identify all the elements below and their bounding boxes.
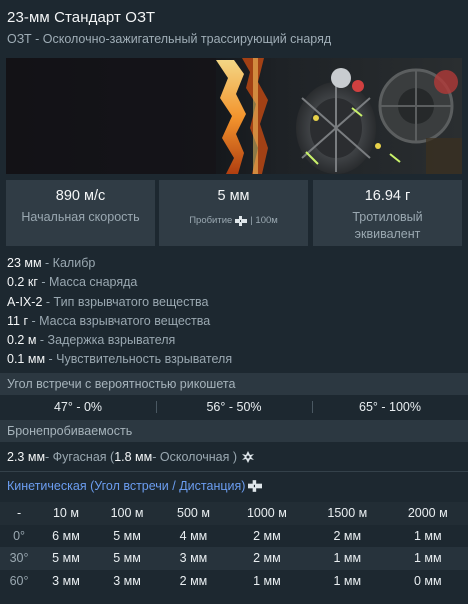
- table-cell: 2 мм: [253, 551, 281, 566]
- table-row: 60° 3 мм 3 мм 2 мм 1 мм 1 мм 0 мм: [0, 570, 468, 593]
- table-cell: 3 мм: [113, 573, 141, 588]
- stat-muzzle-velocity: 890 м/с Начальная скорость: [6, 180, 155, 246]
- stat-label-line2: эквивалент: [354, 227, 421, 241]
- property-explosive-mass: 11 г - Масса взрывчатого вещества: [7, 312, 232, 331]
- column-header: 100 м: [110, 506, 144, 521]
- table-cell: 1 мм: [333, 573, 362, 588]
- stat-value: 890 м/с: [55, 188, 106, 204]
- property-label: - Тип взрывчатого вещества: [42, 294, 209, 309]
- stat-label-line1: Тротиловый: [352, 210, 423, 224]
- stat-label: Пробитие | 100м: [159, 212, 308, 229]
- ricochet-value: 56° - 50%: [206, 400, 262, 414]
- stat-label: Начальная скорость: [21, 210, 140, 224]
- kinetic-title-text: Кинетическая (Угол встречи / Дистанция): [7, 479, 246, 493]
- frag-penetration-label: - Осколочная ): [152, 450, 238, 464]
- table-cell: 1 мм: [413, 528, 442, 543]
- frag-penetration-value: 1.8 мм: [114, 450, 153, 464]
- penetration-header: Бронепробиваемость: [0, 420, 468, 442]
- table-row: 0° 6 мм 5 мм 4 мм 2 мм 2 мм 1 мм: [0, 525, 468, 548]
- table-cell: 1 мм: [413, 551, 442, 566]
- table-cell: 2 мм: [179, 573, 208, 588]
- table-cell: 3 мм: [52, 573, 80, 588]
- table-cell: 1 мм: [253, 573, 281, 588]
- property-value: 0.2 м: [7, 333, 37, 348]
- stat-penetration: 5 мм Пробитие | 100м: [159, 180, 308, 246]
- ricochet-value: 65° - 100%: [359, 400, 421, 414]
- table-cell: 5 мм: [113, 551, 141, 566]
- penetration-row: 2.3 мм - Фугасная ( 1.8 мм - Осколочная …: [7, 448, 255, 466]
- stat-label-prefix: Пробитие: [189, 215, 233, 226]
- property-fuse-sensitivity: 0.1 мм - Чувствительность взрывателя: [7, 350, 232, 369]
- kinetic-penetration-table: - 10 м 100 м 500 м 1000 м 1500 м 2000 м …: [0, 502, 468, 592]
- divider: [0, 471, 468, 472]
- he-penetration-label: - Фугасная (: [45, 450, 115, 464]
- main-stats: 890 м/с Начальная скорость 5 мм Пробитие…: [6, 180, 462, 246]
- property-value: 23 мм: [7, 256, 42, 270]
- column-header: 10 м: [52, 506, 79, 521]
- column-header: 500 м: [177, 506, 210, 521]
- stat-tnt-equivalent: 16.94 г Тротиловый эквивалент: [313, 180, 462, 246]
- table-cell: 5 мм: [113, 528, 141, 543]
- row-angle: 60°: [9, 573, 29, 588]
- kinetic-title: Кинетическая (Угол встречи / Дистанция): [7, 479, 263, 493]
- table-cell: 0 мм: [413, 573, 442, 588]
- table-corner: -: [16, 506, 22, 521]
- table-cell: 2 мм: [253, 528, 281, 543]
- table-row: 30° 5 мм 5 мм 3 мм 2 мм 1 мм 1 мм: [0, 547, 468, 570]
- table-cell: 6 мм: [52, 528, 80, 543]
- property-explosive-type: A-IX-2 - Тип взрывчатого вещества: [7, 293, 232, 312]
- table-cell: 2 мм: [333, 528, 362, 543]
- ricochet-header: Угол встречи с вероятностью рикошета: [0, 373, 468, 395]
- fragmentation-icon: [242, 451, 255, 463]
- stat-label: Тротиловый эквивалент: [313, 209, 462, 243]
- shell-hit-preview-image: [6, 58, 462, 174]
- row-angle: 0°: [13, 528, 26, 543]
- table-cell: 3 мм: [179, 551, 208, 566]
- property-list: 23 мм - Калибр 0.2 кг - Масса снаряда A-…: [7, 254, 232, 370]
- property-label: - Задержка взрывателя: [36, 333, 176, 348]
- ricochet-values: 47° - 0% 56° - 50% 65° - 100%: [0, 396, 468, 418]
- table-header-row: - 10 м 100 м 500 м 1000 м 1500 м 2000 м: [0, 502, 468, 525]
- ricochet-value: 47° - 0%: [53, 400, 103, 414]
- stat-label-suffix: | 100м: [250, 215, 278, 226]
- column-header: 2000 м: [407, 506, 448, 521]
- property-label: - Масса взрывчатого вещества: [28, 313, 211, 328]
- property-caliber: 23 мм - Калибр: [7, 254, 232, 273]
- property-fuse-delay: 0.2 м - Задержка взрывателя: [7, 331, 232, 350]
- property-value: 0.1 мм: [7, 352, 46, 367]
- shell-hit-icon: [248, 480, 263, 492]
- property-value: 11 г: [7, 313, 29, 328]
- property-label: - Калибр: [41, 256, 96, 270]
- shell-info-card: 23-мм Стандарт ОЗТ ОЗТ - Осколочно-зажиг…: [0, 0, 468, 604]
- he-penetration-value: 2.3 мм: [7, 450, 46, 464]
- property-shell-mass: 0.2 кг - Масса снаряда: [7, 273, 232, 292]
- table-cell: 1 мм: [333, 551, 362, 566]
- property-label: - Масса снаряда: [37, 275, 138, 290]
- shell-title: 23-мм Стандарт ОЗТ: [7, 9, 156, 26]
- stat-value: 16.94 г: [364, 188, 411, 204]
- shell-subtitle: ОЗТ - Осколочно-зажигательный трассирующ…: [7, 32, 332, 46]
- shell-hit-icon: [235, 215, 248, 226]
- property-label: - Чувствительность взрывателя: [45, 352, 233, 367]
- column-header: 1500 м: [327, 506, 368, 521]
- row-angle: 30°: [9, 551, 29, 566]
- property-value: 0.2 кг: [7, 275, 38, 290]
- column-header: 1000 м: [246, 506, 287, 521]
- property-value: A-IX-2: [7, 294, 43, 309]
- table-cell: 5 мм: [52, 551, 80, 566]
- stat-value: 5 мм: [217, 188, 250, 204]
- table-cell: 4 мм: [179, 528, 208, 543]
